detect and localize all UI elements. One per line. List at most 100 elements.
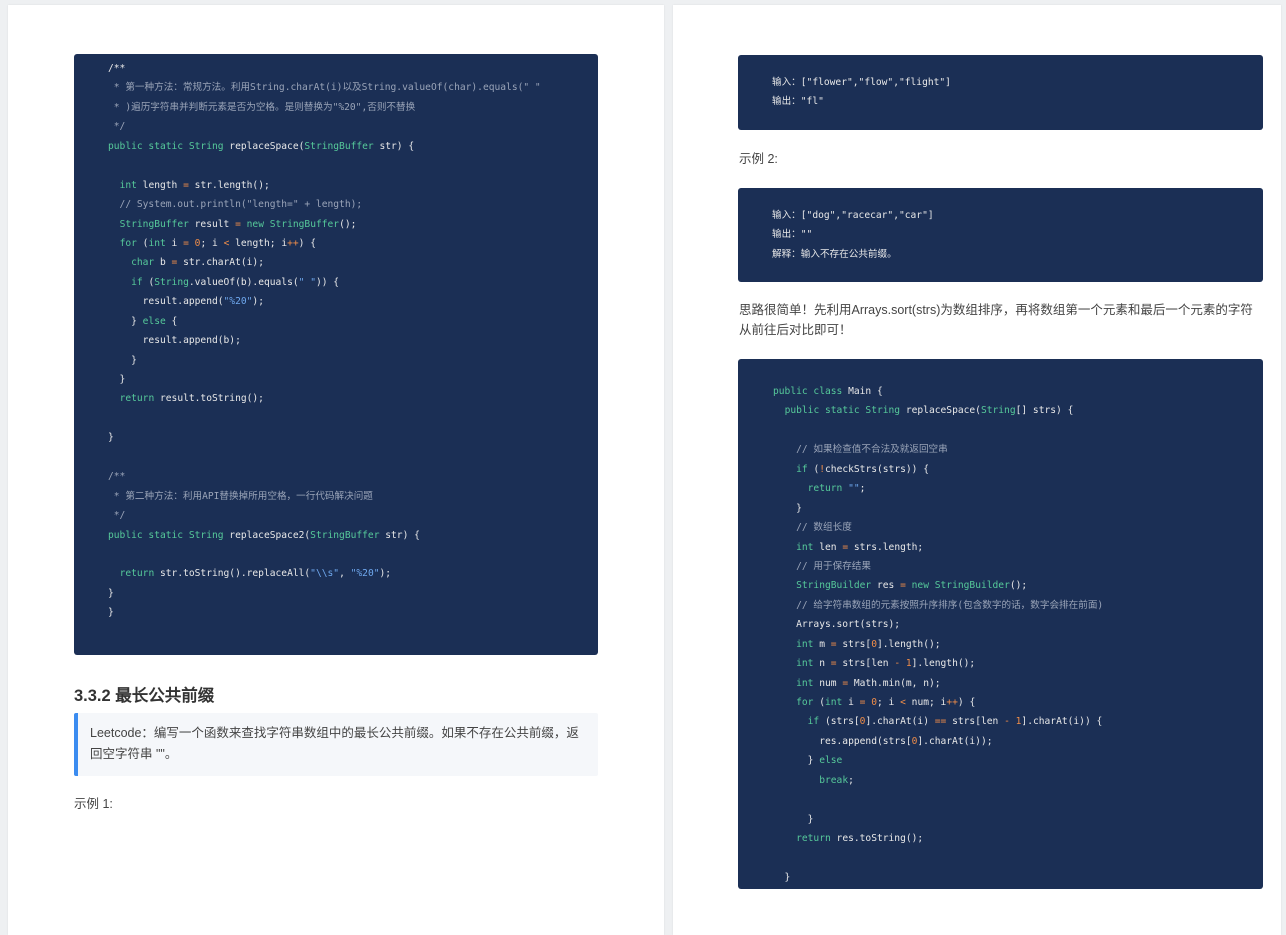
code-line: * 第二种方法：利用API替换掉所用空格，一行代码解决问题 [108, 487, 598, 506]
code-text: ].charAt(i)) { [1021, 716, 1103, 728]
code-line: // System.out.println("length=" + length… [108, 195, 598, 214]
approach-paragraph: 思路很简单！先利用Arrays.sort(strs)为数组排序，再将数组第一个元… [739, 303, 1253, 337]
code-line: return result.toString(); [108, 389, 598, 408]
code-comment: */ [108, 121, 126, 133]
code-text: str) { [379, 529, 420, 541]
code-comment: // 用于保存结果 [773, 560, 871, 572]
code-line: 解释：输入不存在公共前缀。 [772, 245, 1263, 264]
code-line: res.append(strs[0].charAt(i)); [773, 732, 1263, 751]
code-text: , [339, 568, 351, 580]
code-text: res [871, 580, 901, 592]
code-string: "\\s" [310, 568, 340, 580]
code-text: ; [848, 774, 854, 786]
code-text: 输出："" [772, 229, 813, 241]
code-operator: ++ [287, 237, 299, 249]
code-text: ].length(); [911, 658, 976, 670]
code-line: if (String.valueOf(b).equals(" ")) { [108, 273, 598, 292]
code-text: num [813, 677, 843, 689]
code-text: res.toString(); [830, 833, 924, 845]
code-keyword: StringBuffer [119, 218, 189, 230]
code-text: str) { [373, 140, 415, 152]
code-comment: // 数组长度 [773, 522, 852, 534]
code-text: ); [252, 296, 264, 308]
example-2-code-block: 输入：["dog","racecar","car"] 输出："" 解释：输入不存在公… [738, 188, 1263, 282]
code-line: return ""; [773, 479, 1263, 498]
code-text: res.append(strs[ [773, 735, 912, 747]
code-keyword: String [154, 276, 189, 288]
code-comment: * 第一种方法：常规方法。利用String.charAt(i)以及String.… [108, 82, 541, 94]
code-text: ; i [200, 237, 224, 249]
code-text: length; i [229, 237, 288, 249]
code-keyword: public static String [108, 529, 230, 541]
code-text: )) { [315, 276, 340, 288]
code-text: num; i [905, 697, 947, 708]
code-text: } [108, 432, 114, 444]
code-keyword: return [119, 393, 155, 405]
example-1-label: 示例 1: [74, 797, 113, 811]
code-text: 输出："fl" [772, 96, 824, 108]
code-text: str.toString().replaceAll( [154, 568, 311, 580]
code-text: strs[len [946, 716, 1005, 728]
code-text: replaceSpace( [905, 405, 981, 417]
code-keyword: public class [773, 386, 849, 397]
code-line: /** [108, 59, 598, 78]
code-text: } [773, 502, 802, 514]
code-line: } else [773, 751, 1263, 770]
code-text: } [108, 607, 114, 619]
code-text: Math.min(m, n); [848, 677, 941, 689]
code-text: ].length(); [876, 638, 941, 650]
code-line: for (int i = 0; i < num; i++) { [773, 693, 1263, 712]
code-text: ) { [298, 237, 316, 249]
code-text: n [813, 658, 831, 670]
code-text: (strs[ [819, 716, 860, 728]
code-text: (); [339, 218, 357, 230]
code-text: strs[ [836, 638, 872, 650]
code-line: } [108, 370, 598, 389]
code-line: 输入：["flower","flow","flight"] [772, 73, 1263, 92]
example-1-code-block: 输入：["flower","flow","flight"] 输出："fl" [738, 55, 1263, 130]
code-text: len [813, 541, 843, 553]
code-operator: ++ [946, 697, 958, 708]
code-text: Main { [848, 386, 883, 397]
code-line: } [108, 603, 598, 622]
code-line: StringBuilder res = new StringBuilder(); [773, 576, 1263, 595]
code-operator: == [934, 716, 947, 728]
code-keyword: int [796, 638, 814, 650]
code-line: // 给字符串数组的元素按照升序排序(包含数字的话，数字会排在前面) [773, 596, 1263, 615]
code-text: } [773, 813, 814, 825]
code-line: return res.toString(); [773, 829, 1263, 848]
code-text: checkStrs(strs)) { [825, 463, 929, 475]
code-line: int m = strs[0].length(); [773, 635, 1263, 654]
code-keyword: else [819, 755, 843, 767]
code-keyword: int [825, 697, 843, 708]
code-line: 输出："" [772, 225, 1263, 244]
code-string: " " [298, 276, 316, 288]
code-text: ; i [877, 697, 901, 708]
section-heading: 3.3.2 最长公共前缀 [74, 687, 215, 705]
code-keyword: int [148, 237, 166, 249]
code-keyword: return [807, 483, 843, 495]
code-text: ( [807, 463, 820, 475]
code-text: /** [108, 63, 126, 74]
code-line: // 数组长度 [773, 518, 1263, 537]
code-keyword: new StringBuffer [246, 218, 340, 230]
code-line: 输入：["dog","racecar","car"] [772, 206, 1263, 225]
code-keyword: StringBuffer [310, 529, 380, 541]
code-line: } [108, 428, 598, 447]
code-comment: // System.out.println("length=" + length… [108, 199, 363, 211]
code-keyword: if [796, 463, 808, 475]
code-line: } [108, 584, 598, 603]
code-text: ) { [957, 697, 976, 708]
code-line: break; [773, 771, 1263, 790]
